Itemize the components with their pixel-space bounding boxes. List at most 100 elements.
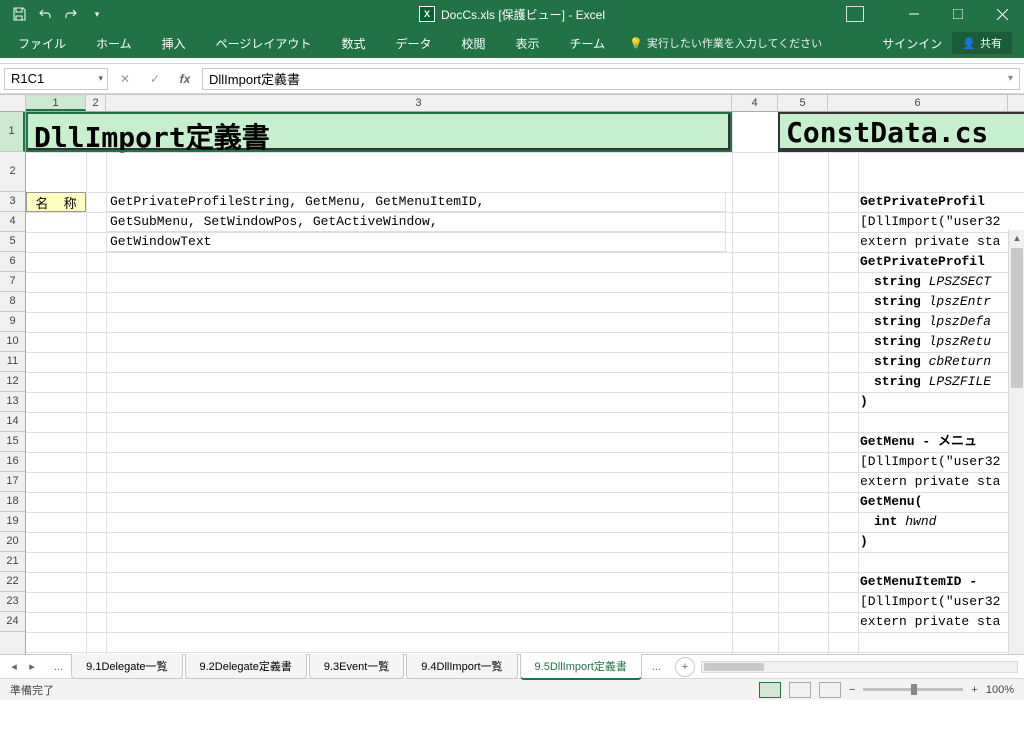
row-header-3[interactable]: 3	[0, 192, 25, 212]
zoom-in-button[interactable]: +	[971, 684, 977, 696]
code-r10[interactable]: string lpszRetu	[874, 332, 991, 352]
zoom-slider[interactable]	[863, 688, 963, 691]
horizontal-scrollbar[interactable]	[701, 661, 1018, 673]
row-header-24[interactable]: 24	[0, 612, 25, 632]
tab-insert[interactable]: 挿入	[156, 28, 192, 58]
enter-icon[interactable]: ✓	[142, 68, 168, 90]
tell-me-search[interactable]: 💡 実行したい作業を入力してください	[629, 35, 822, 51]
code-r17[interactable]: extern private sta	[860, 472, 1000, 492]
close-button[interactable]	[980, 0, 1024, 28]
zoom-out-button[interactable]: −	[849, 684, 855, 696]
sheet-tab-delegate-list[interactable]: 9.1Delegate一覧	[71, 654, 182, 679]
code-r20[interactable]: )	[860, 532, 868, 552]
view-pagelayout-button[interactable]	[789, 682, 811, 698]
minimize-button[interactable]	[892, 0, 936, 28]
row-header-18[interactable]: 18	[0, 492, 25, 512]
save-icon[interactable]	[8, 3, 30, 25]
code-r9[interactable]: string lpszDefa	[874, 312, 991, 332]
code-r5[interactable]: extern private sta	[860, 232, 1000, 252]
sheet-tab-dllimport-def[interactable]: 9.5DllImport定義書	[520, 654, 642, 680]
tab-more-right[interactable]: ...	[644, 661, 669, 673]
tab-more-left[interactable]: ...	[46, 661, 71, 673]
col-header-1[interactable]: 1	[26, 95, 86, 111]
tab-formulas[interactable]: 数式	[335, 28, 371, 58]
row-header-1[interactable]: 1	[0, 112, 25, 152]
maximize-button[interactable]	[936, 0, 980, 28]
tab-review[interactable]: 校閲	[455, 28, 491, 58]
scroll-thumb[interactable]	[1011, 248, 1023, 388]
cell-r3c3[interactable]: GetPrivateProfileString, GetMenu, GetMen…	[106, 192, 726, 212]
sheet-tab-event-list[interactable]: 9.3Event一覧	[309, 654, 404, 679]
cell-title-constdata[interactable]: ConstData.cs	[778, 112, 1024, 152]
row-header-5[interactable]: 5	[0, 232, 25, 252]
row-header-8[interactable]: 8	[0, 292, 25, 312]
cell-label-name[interactable]: 名 称	[26, 192, 86, 212]
row-header-11[interactable]: 11	[0, 352, 25, 372]
row-header-4[interactable]: 4	[0, 212, 25, 232]
row-header-6[interactable]: 6	[0, 252, 25, 272]
signin-link[interactable]: サインイン	[882, 35, 942, 52]
tab-pagelayout[interactable]: ページレイアウト	[210, 28, 318, 58]
name-box[interactable]: R1C1	[4, 68, 108, 90]
code-r8[interactable]: string lpszEntr	[874, 292, 991, 312]
row-header-17[interactable]: 17	[0, 472, 25, 492]
row-header-20[interactable]: 20	[0, 532, 25, 552]
code-r11[interactable]: string cbReturn	[874, 352, 991, 372]
row-header-19[interactable]: 19	[0, 512, 25, 532]
zoom-thumb[interactable]	[911, 684, 917, 695]
row-header-22[interactable]: 22	[0, 572, 25, 592]
fx-icon[interactable]: fx	[172, 68, 198, 90]
row-header-2[interactable]: 2	[0, 152, 25, 192]
row-header-10[interactable]: 10	[0, 332, 25, 352]
code-r19[interactable]: int hwnd	[874, 512, 936, 532]
row-header-9[interactable]: 9	[0, 312, 25, 332]
add-sheet-button[interactable]: +	[675, 657, 695, 677]
vertical-scrollbar[interactable]: ▲ ▼	[1008, 230, 1024, 654]
cell-r4c3[interactable]: GetSubMenu, SetWindowPos, GetActiveWindo…	[106, 212, 726, 232]
col-header-3[interactable]: 3	[106, 95, 732, 111]
zoom-level[interactable]: 100%	[986, 684, 1014, 696]
code-r6[interactable]: GetPrivateProfil	[860, 252, 985, 272]
h-scroll-thumb[interactable]	[704, 663, 764, 671]
code-r4[interactable]: [DllImport("user32	[860, 212, 1000, 232]
code-r12[interactable]: string LPSZFILE	[874, 372, 991, 392]
scroll-up-icon[interactable]: ▲	[1009, 230, 1024, 246]
col-header-4[interactable]: 4	[732, 95, 778, 111]
tab-first-icon[interactable]: ◂	[6, 658, 22, 676]
code-r13[interactable]: )	[860, 392, 868, 412]
code-r22[interactable]: GetMenuItemID -	[860, 572, 977, 592]
code-r7[interactable]: string LPSZSECT	[874, 272, 991, 292]
row-header-13[interactable]: 13	[0, 392, 25, 412]
tab-view[interactable]: 表示	[509, 28, 545, 58]
code-r24[interactable]: extern private sta	[860, 612, 1000, 632]
tab-next-icon[interactable]: ▸	[24, 658, 40, 676]
sheet-tab-delegate-def[interactable]: 9.2Delegate定義書	[185, 654, 307, 679]
tab-data[interactable]: データ	[389, 28, 437, 58]
tab-home[interactable]: ホーム	[90, 28, 138, 58]
row-header-12[interactable]: 12	[0, 372, 25, 392]
code-r3[interactable]: GetPrivateProfil	[860, 192, 985, 212]
col-header-6[interactable]: 6	[828, 95, 1008, 111]
select-all-corner[interactable]	[0, 95, 26, 111]
row-header-15[interactable]: 15	[0, 432, 25, 452]
code-r16[interactable]: [DllImport("user32	[860, 452, 1000, 472]
cancel-icon[interactable]: ✕	[112, 68, 138, 90]
row-header-7[interactable]: 7	[0, 272, 25, 292]
code-r18[interactable]: GetMenu(	[860, 492, 922, 512]
row-header-21[interactable]: 21	[0, 552, 25, 572]
redo-icon[interactable]	[60, 3, 82, 25]
code-r23[interactable]: [DllImport("user32	[860, 592, 1000, 612]
code-r15[interactable]: GetMenu - メニュ	[860, 432, 977, 452]
cell-grid[interactable]: DllImport定義書 ConstData.cs 名 称 GetPrivate…	[26, 112, 1024, 654]
ribbon-display-icon[interactable]	[846, 6, 864, 22]
qat-dropdown-icon[interactable]: ▾	[86, 3, 108, 25]
row-header-14[interactable]: 14	[0, 412, 25, 432]
sheet-tab-dllimport-list[interactable]: 9.4DllImport一覧	[406, 654, 517, 679]
formula-input[interactable]: DllImport定義書	[202, 68, 1020, 90]
row-header-23[interactable]: 23	[0, 592, 25, 612]
tab-file[interactable]: ファイル	[12, 28, 72, 58]
share-button[interactable]: 👤 共有	[952, 32, 1012, 54]
view-pagebreak-button[interactable]	[819, 682, 841, 698]
tab-team[interactable]: チーム	[564, 28, 612, 58]
col-header-2[interactable]: 2	[86, 95, 106, 111]
